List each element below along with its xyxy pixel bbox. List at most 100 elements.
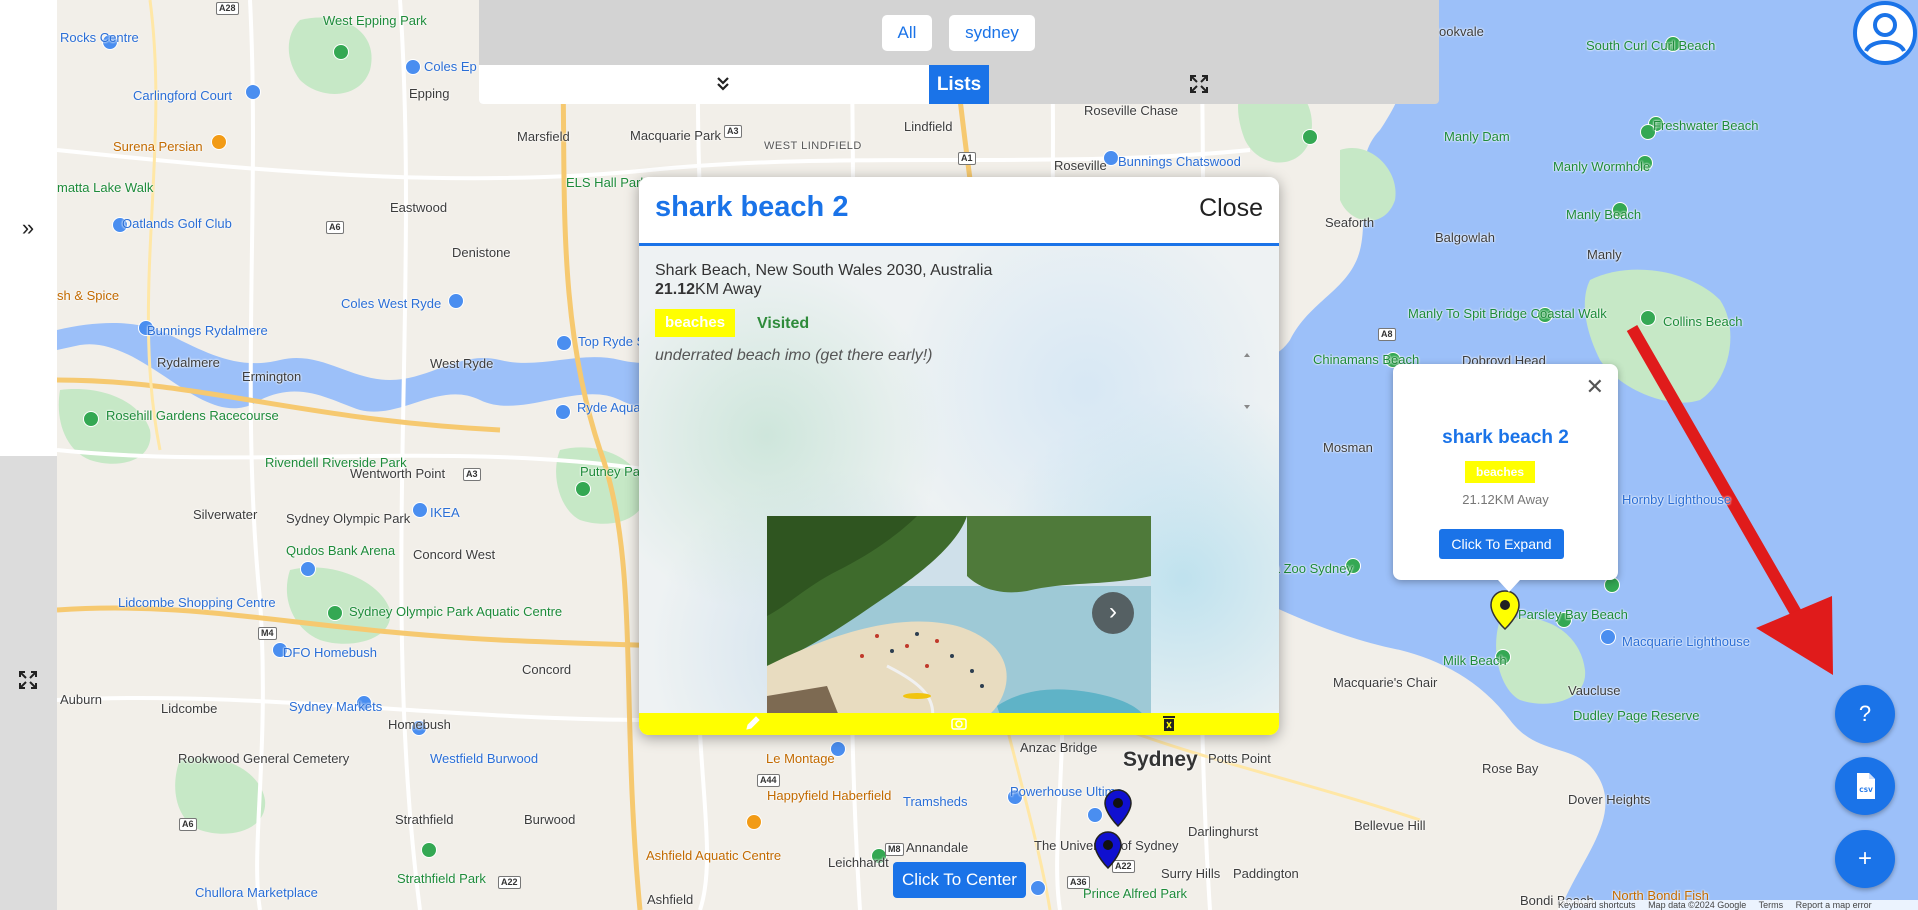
fullscreen-icon	[19, 671, 37, 689]
map-place-label: Auburn	[60, 692, 102, 707]
map-place-label: Bunnings Rydalmere	[147, 323, 268, 338]
card-header: shark beach 2 Close	[639, 177, 1279, 246]
map-place-label: DFO Homebush	[283, 645, 377, 660]
add-location-button[interactable]: +	[1835, 830, 1895, 888]
info-category-tag: beaches	[1465, 461, 1535, 483]
map-place-label: Chullora Marketplace	[195, 885, 318, 900]
map-place-label: Collins Beach	[1663, 314, 1743, 329]
map-place-label: Parsley Bay Beach	[1518, 607, 1628, 622]
map-place-label: Sydney Markets	[289, 699, 383, 714]
shopping-icon[interactable]	[556, 335, 572, 351]
camera-icon	[951, 718, 967, 730]
poi-icon[interactable]	[1030, 880, 1046, 896]
shopping-icon[interactable]	[448, 293, 464, 309]
map-place-label: Manly To Spit Bridge Coastal Walk	[1408, 306, 1607, 321]
filter-chip-all[interactable]: All	[882, 15, 932, 51]
terms-link[interactable]: Terms	[1759, 900, 1784, 910]
close-button[interactable]: Close	[1199, 194, 1263, 223]
map-place-label: Annandale	[906, 840, 969, 855]
poi-icon[interactable]	[83, 411, 99, 427]
card-title: shark beach 2	[655, 191, 849, 223]
notes-area[interactable]: underrated beach imo (get there early!)	[655, 347, 1253, 415]
chevron-right-icon: ›	[1109, 598, 1117, 625]
map-place-label: Lidcombe	[161, 701, 218, 716]
expand-button[interactable]: Click To Expand	[1439, 529, 1564, 559]
map-place-label: Sydney	[1123, 748, 1198, 771]
map-place-label: Lidcombe Shopping Centre	[118, 595, 276, 610]
help-button[interactable]: ?	[1835, 685, 1895, 743]
csv-label: CSV	[1859, 787, 1873, 794]
map-place-label: sh & Spice	[57, 288, 120, 303]
map-place-label: Homebush	[388, 717, 451, 732]
map-place-label: Rivendell Riverside Park	[265, 455, 407, 470]
notes-scrollbar[interactable]	[1241, 347, 1253, 415]
map-place-label: Anzac Bridge	[1020, 740, 1098, 755]
expand-sidebar-button[interactable]: »	[14, 214, 42, 242]
map-place-label: Balgowlah	[1435, 230, 1495, 245]
map-place-label: Macquarie's Chair	[1333, 675, 1438, 690]
trash-icon	[1163, 716, 1175, 731]
filter-chip-sydney[interactable]: sydney	[949, 15, 1035, 51]
poi-icon[interactable]	[405, 59, 421, 75]
poi-icon[interactable]	[245, 84, 261, 100]
map-place-label: Manly Wormhole	[1553, 159, 1651, 174]
next-photo-button[interactable]: ›	[1092, 592, 1134, 634]
map-place-label: South Curl Curl Beach	[1586, 38, 1716, 53]
info-title: shark beach 2	[1442, 427, 1569, 448]
notes-text: underrated beach imo (get there early!)	[655, 347, 933, 364]
highway-shield: A8	[1378, 328, 1396, 341]
report-error-link[interactable]: Report a map error	[1796, 900, 1872, 910]
map-place-label: Hornby Lighthouse	[1622, 492, 1732, 507]
location-pin[interactable]	[1104, 789, 1132, 827]
tab-lists[interactable]: Lists	[929, 65, 989, 104]
selected-location-pin[interactable]	[1490, 590, 1520, 630]
csv-file-icon: CSV	[1857, 773, 1875, 799]
profile-button[interactable]	[1853, 1, 1917, 65]
map-place-label: Dudley Page Reserve	[1573, 708, 1700, 723]
map-place-label: Ashfield Aquatic Centre	[646, 848, 782, 863]
map-place-label: Concord West	[413, 547, 496, 562]
restaurant-icon[interactable]	[746, 814, 762, 830]
poi-icon[interactable]	[421, 842, 437, 858]
poi-icon[interactable]	[300, 561, 316, 577]
poi-icon[interactable]	[555, 404, 571, 420]
map-place-label: Lindfield	[904, 119, 953, 134]
map-place-label: Marsfield	[517, 129, 570, 144]
beach-icon[interactable]	[1640, 310, 1656, 326]
highway-shield: A44	[757, 774, 780, 787]
map-place-label: Ashfield	[647, 892, 694, 907]
poi-icon[interactable]	[1302, 129, 1318, 145]
map-place-label: Milk Beach	[1443, 653, 1507, 668]
fullscreen-toggle-button[interactable]	[1189, 74, 1211, 96]
restaurant-icon[interactable]	[211, 134, 227, 150]
map-place-label: Eastwood	[390, 200, 448, 215]
poi-icon[interactable]	[327, 605, 343, 621]
highway-shield: A22	[498, 876, 521, 889]
location-detail-card: shark beach 2 Close Shark Beach, New Sou…	[639, 177, 1279, 735]
photo-button[interactable]	[949, 714, 969, 734]
collapse-panel-button[interactable]	[712, 73, 734, 95]
close-icon[interactable]: ✕	[1586, 376, 1604, 398]
category-tag[interactable]: beaches	[655, 309, 736, 337]
location-pin[interactable]	[1094, 831, 1122, 869]
map-place-label: Surena Persian	[113, 139, 203, 154]
map-place-label: Seaforth	[1325, 215, 1375, 230]
map-place-label: Silverwater	[193, 507, 258, 522]
delete-button[interactable]	[1159, 714, 1179, 734]
center-map-button[interactable]: Click To Center	[893, 862, 1026, 898]
keyboard-shortcuts-link[interactable]: Keyboard shortcuts	[1558, 900, 1636, 910]
export-csv-button[interactable]: CSV	[1835, 757, 1895, 815]
poi-icon[interactable]	[333, 44, 349, 60]
map-place-label: Tramsheds	[903, 794, 968, 809]
shopping-icon[interactable]	[412, 502, 428, 518]
map-place-label: Macquarie Park	[630, 128, 722, 143]
map-place-label: Rydalmere	[157, 355, 220, 370]
poi-icon[interactable]	[1087, 807, 1103, 823]
edit-button[interactable]	[743, 714, 763, 734]
fullscreen-button[interactable]	[14, 669, 42, 697]
map-place-label: IKEA	[430, 505, 460, 520]
highway-shield: M4	[258, 627, 277, 640]
poi-icon[interactable]	[575, 481, 591, 497]
lighthouse-icon[interactable]	[1600, 629, 1616, 645]
map-place-label: Mosman	[1323, 440, 1373, 455]
